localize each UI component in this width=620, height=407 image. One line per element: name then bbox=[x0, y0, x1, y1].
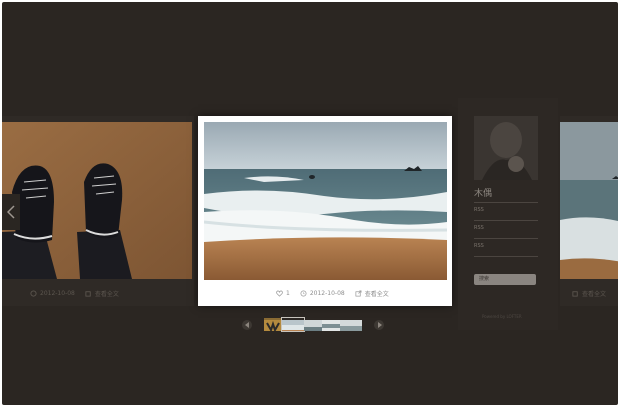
clock-icon bbox=[30, 290, 37, 297]
chevron-right-icon bbox=[377, 322, 382, 328]
gallery-viewer: 2012-10-08 查看全文 1 2012-10-08 查看全文 木偶 RSS… bbox=[2, 2, 618, 405]
profile-link-3[interactable]: RSS bbox=[474, 238, 538, 249]
date-item: 2012-10-08 bbox=[300, 290, 345, 297]
photo-card-right[interactable]: 2012-10-08 查看全文 bbox=[560, 116, 618, 306]
beach-photo[interactable] bbox=[204, 122, 447, 280]
thumbnail-strip bbox=[264, 317, 362, 332]
like-count: 1 bbox=[286, 290, 290, 297]
search-button[interactable]: 搜索 bbox=[474, 274, 536, 285]
prev-slide-arrow[interactable] bbox=[2, 194, 20, 230]
powered-by: Powered by LOFTER bbox=[482, 314, 522, 319]
profile-name: 木偶 bbox=[474, 189, 493, 199]
view-full-label: 查看全文 bbox=[94, 291, 119, 298]
view-full-link[interactable]: 查看全文 bbox=[572, 289, 606, 298]
date-item: 2012-10-08 bbox=[30, 290, 75, 297]
view-full-label: 查看全文 bbox=[582, 291, 607, 298]
view-full-label: 查看全文 bbox=[364, 291, 389, 298]
pager-prev-button[interactable] bbox=[242, 320, 252, 330]
card-meta: 2012-10-08 查看全文 bbox=[562, 289, 606, 298]
thumbnail[interactable] bbox=[264, 318, 282, 331]
avatar[interactable] bbox=[474, 116, 538, 180]
chevron-left-icon bbox=[7, 205, 15, 219]
card-meta: 2012-10-08 查看全文 bbox=[30, 289, 119, 298]
thumbnail[interactable] bbox=[322, 318, 340, 331]
card-meta: 1 2012-10-08 查看全文 bbox=[276, 289, 389, 298]
thumbnail[interactable] bbox=[340, 318, 362, 331]
view-full-link[interactable]: 查看全文 bbox=[85, 289, 119, 298]
profile-panel: 木偶 RSS RSS RSS 搜索 Powered by LOFTER bbox=[458, 98, 558, 330]
divider bbox=[474, 256, 538, 257]
clock-icon bbox=[300, 290, 307, 297]
thumbnail-active[interactable] bbox=[281, 317, 305, 332]
photo-card-active[interactable]: 1 2012-10-08 查看全文 bbox=[198, 116, 452, 306]
photo-card-left[interactable]: 2012-10-08 查看全文 bbox=[2, 116, 194, 306]
external-link-icon bbox=[85, 291, 91, 297]
thumbnail[interactable] bbox=[304, 318, 322, 331]
like-button[interactable]: 1 bbox=[276, 290, 290, 297]
date-text: 2012-10-08 bbox=[40, 290, 75, 297]
chevron-left-icon bbox=[244, 322, 249, 328]
profile-link-1[interactable]: RSS bbox=[474, 202, 538, 213]
heart-icon bbox=[276, 290, 283, 297]
external-link-icon bbox=[572, 291, 578, 297]
sea-photo[interactable] bbox=[560, 122, 618, 279]
shoes-photo[interactable] bbox=[2, 122, 192, 279]
view-full-link[interactable]: 查看全文 bbox=[355, 289, 389, 298]
profile-link-2[interactable]: RSS bbox=[474, 220, 538, 231]
date-text: 2012-10-08 bbox=[309, 290, 345, 297]
pager-next-button[interactable] bbox=[374, 320, 384, 330]
external-link-icon bbox=[355, 290, 362, 297]
